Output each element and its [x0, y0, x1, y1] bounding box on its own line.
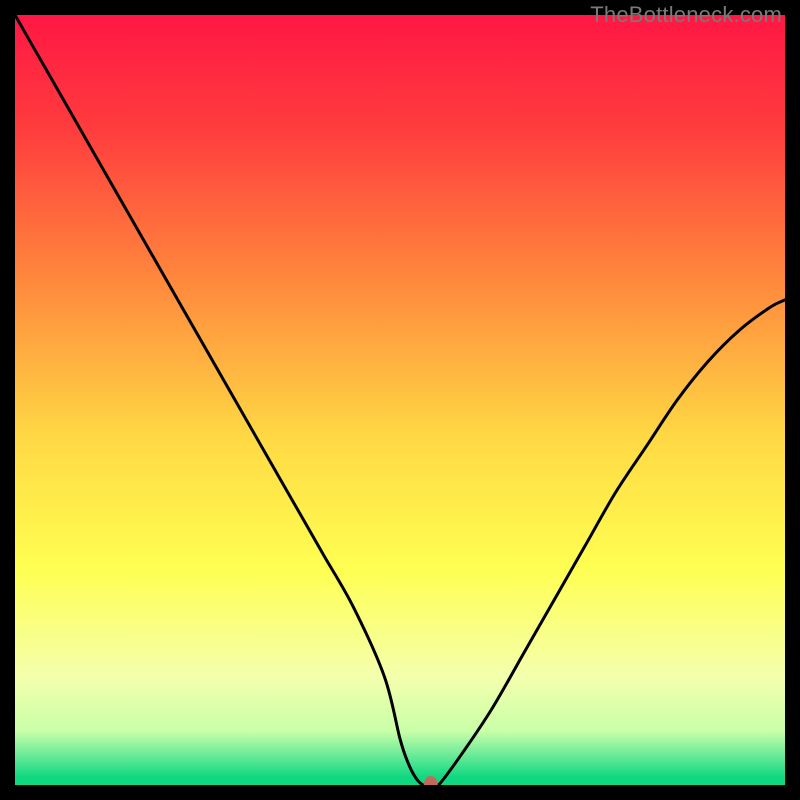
bottleneck-chart [15, 15, 785, 785]
chart-frame [15, 15, 785, 785]
gradient-background [15, 15, 785, 785]
watermark-text: TheBottleneck.com [590, 2, 782, 28]
